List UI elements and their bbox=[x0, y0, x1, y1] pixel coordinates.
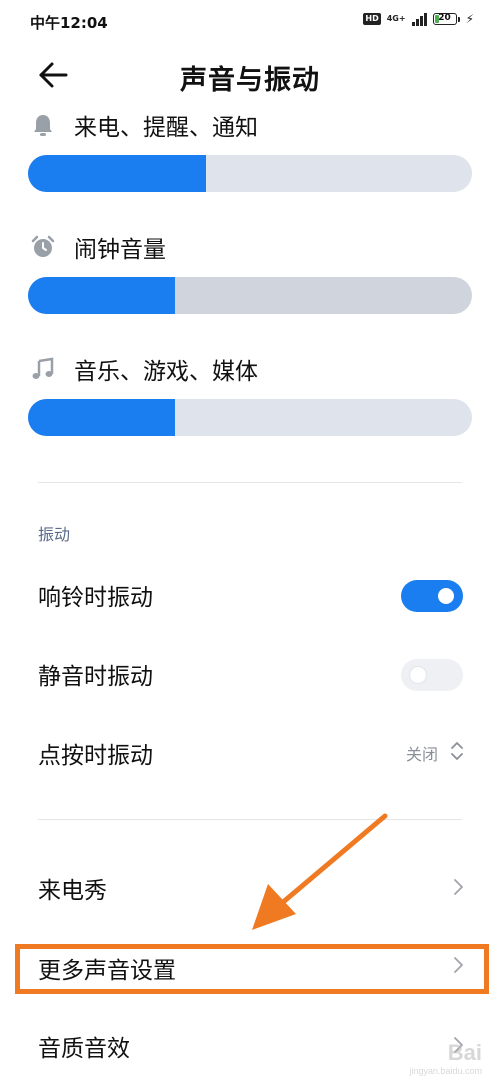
silent-vibrate-label: 静音时振动 bbox=[38, 664, 153, 690]
hd-badge: HD bbox=[363, 13, 381, 25]
volume-alarm-block: 闹钟音量 bbox=[28, 227, 472, 314]
chevron-right-icon bbox=[454, 879, 463, 895]
vibration-section-caption: 振动 bbox=[38, 525, 71, 544]
page-title: 声音与振动 bbox=[180, 65, 320, 96]
volume-ring-block: 来电、提醒、通知 bbox=[28, 105, 472, 192]
bell-icon bbox=[28, 110, 58, 140]
ring-vibrate-row[interactable]: 响铃时振动 bbox=[0, 564, 500, 624]
touch-vibrate-value[interactable]: 关闭 bbox=[406, 741, 438, 765]
volume-ring-slider[interactable] bbox=[28, 155, 472, 192]
up-down-chevron-icon bbox=[451, 742, 463, 760]
caller-show-label: 来电秀 bbox=[38, 878, 107, 904]
touch-vibrate-row[interactable]: 点按时振动 关闭 bbox=[0, 722, 500, 782]
volume-ring-slider-fill bbox=[28, 155, 206, 192]
status-bar: 中午12:04 HD 4G+ 20 ⚡ bbox=[0, 0, 500, 44]
battery-icon: 20 bbox=[432, 13, 457, 25]
ring-vibrate-label: 响铃时振动 bbox=[38, 585, 153, 611]
battery-tip bbox=[457, 16, 460, 22]
music-note-icon bbox=[28, 354, 58, 384]
header: 声音与振动 bbox=[0, 50, 500, 100]
caller-show-row[interactable]: 来电秀 bbox=[0, 857, 500, 917]
volume-alarm-slider[interactable] bbox=[28, 277, 472, 314]
volume-alarm-label: 闹钟音量 bbox=[74, 237, 166, 263]
battery-level: 20 bbox=[438, 13, 451, 23]
volume-ring-label: 来电、提醒、通知 bbox=[74, 115, 258, 141]
toggle-knob bbox=[410, 667, 426, 683]
watermark-logo: Bai bbox=[447, 1040, 482, 1065]
highlight-box bbox=[15, 944, 489, 994]
watermark: Bai jingyan.baidu.com bbox=[409, 1040, 482, 1076]
volume-media-label-row: 音乐、游戏、媒体 bbox=[28, 349, 472, 389]
volume-alarm-slider-fill bbox=[28, 277, 175, 314]
ring-vibrate-toggle[interactable] bbox=[401, 580, 463, 612]
silent-vibrate-row[interactable]: 静音时振动 bbox=[0, 643, 500, 703]
network-type: 4G+ bbox=[386, 14, 406, 23]
toggle-knob bbox=[438, 588, 454, 604]
alarm-clock-icon bbox=[28, 232, 58, 262]
volume-media-block: 音乐、游戏、媒体 bbox=[28, 349, 472, 436]
volume-media-slider[interactable] bbox=[28, 399, 472, 436]
silent-vibrate-toggle[interactable] bbox=[401, 659, 463, 691]
volume-media-slider-fill bbox=[28, 399, 175, 436]
status-icons: HD 4G+ 20 ⚡ bbox=[363, 12, 474, 26]
sound-quality-label: 音质音效 bbox=[38, 1036, 130, 1062]
status-time: 中午12:04 bbox=[30, 14, 108, 32]
touch-vibrate-label: 点按时振动 bbox=[38, 743, 153, 769]
charging-icon: ⚡ bbox=[465, 12, 474, 26]
volume-alarm-label-row: 闹钟音量 bbox=[28, 227, 472, 267]
watermark-url: jingyan.baidu.com bbox=[409, 1066, 482, 1076]
volume-media-label: 音乐、游戏、媒体 bbox=[74, 359, 258, 385]
divider bbox=[38, 819, 462, 820]
divider bbox=[38, 482, 462, 483]
signal-icon bbox=[411, 12, 427, 26]
volume-ring-label-row: 来电、提醒、通知 bbox=[28, 105, 472, 145]
